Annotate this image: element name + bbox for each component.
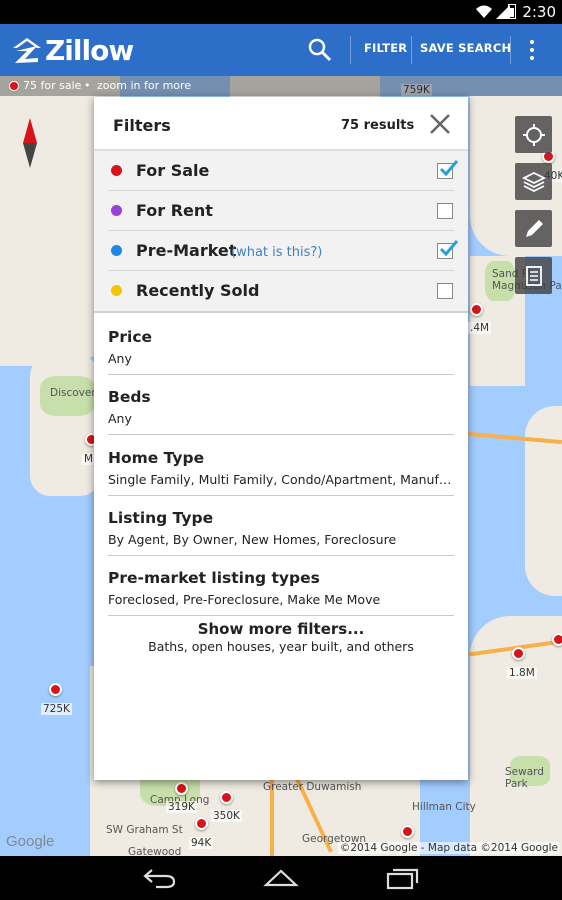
listing-pin[interactable] <box>552 633 562 646</box>
status-label: Pre-Market <box>136 241 237 260</box>
listing-pin[interactable] <box>195 817 208 830</box>
filter-value: By Agent, By Owner, New Homes, Foreclosu… <box>108 532 397 547</box>
map-label: Seward Park <box>505 766 544 790</box>
price-label: 319K <box>166 801 197 813</box>
status-row-for-sale[interactable]: For Sale <box>94 151 468 191</box>
filters-header: Filters 75 results <box>94 97 468 151</box>
filter-home-type[interactable]: Home Type Single Family, Multi Family, C… <box>108 436 454 496</box>
locate-icon <box>522 123 545 146</box>
filter-name: Beds <box>108 388 151 406</box>
for-sale-dot-icon <box>111 165 122 176</box>
battery-icon <box>508 4 516 19</box>
zoom-hint: zoom in for more <box>97 79 192 92</box>
price-label: .4M <box>468 322 492 334</box>
listing-status-list: For Sale For Rent Pre-Market (what is th… <box>94 151 468 313</box>
action-divider <box>510 36 511 64</box>
filters-title: Filters <box>113 116 171 135</box>
map-label: Gatewood <box>128 846 182 856</box>
list-view-button[interactable] <box>515 257 552 294</box>
navigation-bar <box>0 856 562 900</box>
save-search-button[interactable]: SAVE SEARCH <box>420 41 511 55</box>
draw-button[interactable] <box>515 210 552 247</box>
close-icon[interactable] <box>429 113 451 135</box>
recents-icon[interactable] <box>384 866 420 890</box>
listing-pin[interactable] <box>401 825 414 838</box>
locate-button[interactable] <box>515 116 552 153</box>
filter-name: Price <box>108 328 153 346</box>
divider <box>108 434 454 435</box>
filter-value: Foreclosed, Pre-Foreclosure, Make Me Mov… <box>108 592 381 607</box>
for-sale-checkbox[interactable] <box>437 160 459 179</box>
map-label: Hillman City <box>412 801 476 813</box>
results-count: 75 results <box>341 118 415 133</box>
show-more-filters-button[interactable]: Show more filters... Baths, open houses,… <box>94 620 468 654</box>
map-label: Greater Duwamish <box>263 781 362 793</box>
draw-icon <box>525 219 543 237</box>
layers-button[interactable] <box>515 163 552 200</box>
status-label: For Sale <box>136 161 210 180</box>
status-label: For Rent <box>136 201 213 220</box>
filter-name: Listing Type <box>108 509 214 527</box>
divider <box>108 615 454 616</box>
search-icon[interactable] <box>306 36 334 64</box>
clock: 2:30 <box>522 3 556 21</box>
action-bar: Zillow FILTER SAVE SEARCH <box>0 24 562 76</box>
layers-icon <box>521 171 546 192</box>
map-label: SW Graham St <box>106 824 183 836</box>
listing-pin[interactable] <box>512 647 525 660</box>
listing-count: 75 for sale <box>23 79 82 92</box>
app-name: Zillow <box>45 33 134 67</box>
recently-sold-dot-icon <box>111 285 122 296</box>
price-label: 94K <box>189 837 214 849</box>
for-rent-checkbox[interactable] <box>437 203 453 219</box>
home-icon[interactable] <box>263 866 299 890</box>
filter-value: Single Family, Multi Family, Condo/Apart… <box>108 472 454 487</box>
status-row-pre-market[interactable]: Pre-Market (what is this?) <box>94 231 468 271</box>
listing-pin[interactable] <box>49 683 62 696</box>
google-logo: Google <box>6 833 55 850</box>
wifi-icon <box>476 5 492 18</box>
filters-panel: Filters 75 results For Sale For Rent Pre… <box>94 97 468 780</box>
pre-market-dot-icon <box>111 245 122 256</box>
filter-beds[interactable]: Beds Any <box>108 375 454 435</box>
listing-pin[interactable] <box>220 791 233 804</box>
filter-value: Any <box>108 411 132 426</box>
price-label: 1.8M <box>507 667 537 679</box>
listing-count-bar: 75 for sale • zoom in for more <box>0 76 562 96</box>
app-logo[interactable]: Zillow <box>10 33 134 67</box>
for-rent-dot-icon <box>111 205 122 216</box>
filter-pre-market-types[interactable]: Pre-market listing types Foreclosed, Pre… <box>108 556 454 616</box>
zillow-logo-icon <box>13 38 41 63</box>
pre-market-checkbox[interactable] <box>437 240 459 259</box>
price-label: 350K <box>211 810 242 822</box>
filter-value: Any <box>108 351 132 366</box>
show-more-subtitle: Baths, open houses, year built, and othe… <box>148 639 414 654</box>
status-row-for-rent[interactable]: For Rent <box>94 191 468 231</box>
filter-listing-type[interactable]: Listing Type By Agent, By Owner, New Hom… <box>108 496 454 556</box>
status-row-recently-sold[interactable]: Recently Sold <box>94 271 468 311</box>
list-icon <box>525 265 542 286</box>
compass-icon[interactable] <box>22 118 38 168</box>
status-bar: 2:30 <box>0 0 562 24</box>
map-copyright: ©2014 Google - Map data ©2014 Google <box>337 842 560 854</box>
overflow-menu-icon[interactable] <box>526 38 538 62</box>
recently-sold-checkbox[interactable] <box>437 283 453 299</box>
action-divider <box>350 36 351 64</box>
show-more-title: Show more filters... <box>197 620 365 638</box>
listing-pin[interactable] <box>470 303 483 316</box>
what-is-this-link[interactable]: (what is this?) <box>231 245 322 260</box>
separator: • <box>84 79 91 92</box>
filter-button[interactable]: FILTER <box>364 41 407 55</box>
status-label: Recently Sold <box>136 281 260 300</box>
back-icon[interactable] <box>142 866 178 890</box>
action-divider <box>411 36 412 64</box>
listing-pin[interactable] <box>175 782 188 795</box>
for-sale-dot-icon <box>9 81 19 91</box>
filter-name: Home Type <box>108 449 205 467</box>
price-label: 725K <box>41 703 72 715</box>
filter-price[interactable]: Price Any <box>108 315 454 375</box>
filter-name: Pre-market listing types <box>108 569 320 587</box>
